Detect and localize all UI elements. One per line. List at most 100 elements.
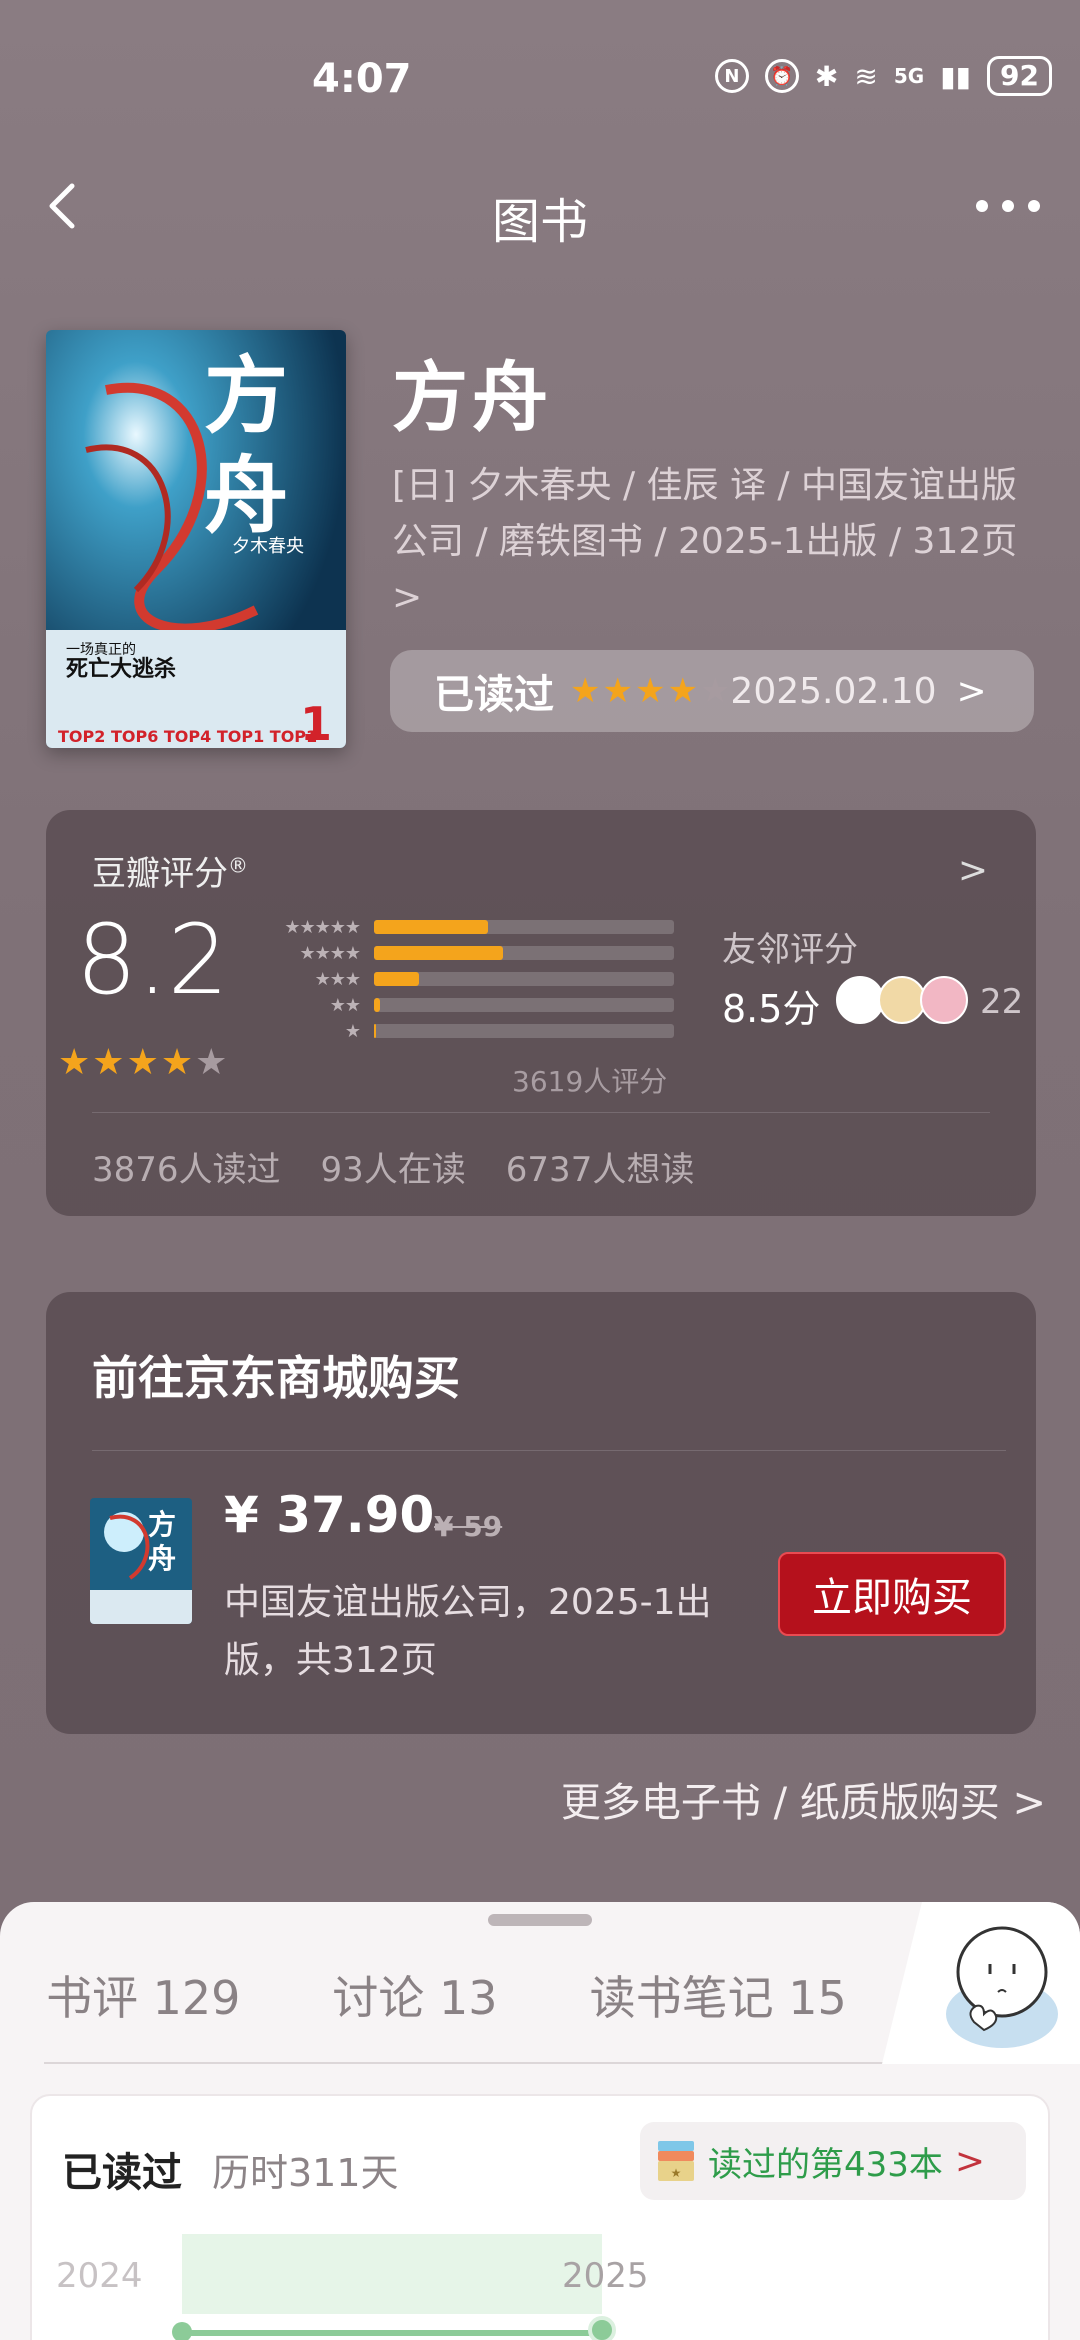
book-thumbnail: 方 舟: [90, 1498, 192, 1624]
rating-bar-row: ★★★: [256, 966, 674, 992]
wifi-icon: ≋: [854, 59, 878, 93]
bottom-sheet: 书评 129 讨论 13 读书笔记 15 已读过 历时311天 ★ 读过的第43…: [0, 1902, 1080, 2340]
rating-bar-fill: [374, 1024, 376, 1038]
rating-bar-stars: ★★: [329, 994, 361, 1016]
reading-duration: 历时311天: [212, 2151, 399, 2195]
cover-big-1: 1: [300, 697, 332, 748]
timeline-end-year: 2025: [562, 2256, 649, 2296]
avatar: [920, 976, 968, 1024]
star-filled-icon: ★: [92, 1042, 125, 1083]
read-date: 2025.02.10: [730, 670, 937, 712]
rating-bar-fill: [374, 998, 380, 1012]
reading-count[interactable]: 93人在读: [321, 1142, 466, 1191]
page-title: 图书: [491, 194, 588, 250]
reader-stats: 3876人读过 93人在读 6737人想读: [92, 1142, 694, 1191]
more-dots-icon[interactable]: [976, 200, 1040, 212]
svg-text:舟: 舟: [148, 1542, 176, 1575]
timeline-band: [182, 2234, 602, 2314]
tab-notes[interactable]: 读书笔记 15: [590, 1962, 847, 2028]
nth-book-label: 读过的第433本: [708, 2144, 943, 2185]
book-meta-text: [日] 夕木春央 / 佳辰 译 / 中国友谊出版公司 / 磨铁图书 / 2025…: [392, 465, 1018, 562]
friend-count: 22: [980, 982, 1024, 1022]
star-filled-icon: ★: [570, 671, 601, 711]
rating-bar-fill: [374, 920, 488, 934]
divider: [92, 1450, 1006, 1451]
friend-rating-label: 友邻评分: [722, 930, 858, 970]
reading-record-card[interactable]: 已读过 历时311天 ★ 读过的第433本 > 2024 2025: [30, 2094, 1050, 2340]
more-purchase-link[interactable]: 更多电子书 / 纸质版购买 >: [561, 1770, 1046, 1828]
rating-bar-fill: [374, 972, 419, 986]
read-status-pill[interactable]: 已读过 ★ ★ ★ ★ ★ 2025.02.10 >: [390, 650, 1034, 732]
bluetooth-icon: ✱: [814, 59, 839, 93]
rating-bar-row: ★★: [256, 992, 674, 1018]
rating-title: 豆瓣评分®: [92, 853, 248, 894]
cover-tagline-2: 死亡大逃杀: [66, 656, 176, 682]
svg-text:方: 方: [148, 1508, 176, 1541]
network-icon: 5G: [893, 64, 925, 88]
chevron-right-icon: >: [956, 670, 987, 712]
rating-bar-row: ★★★★: [256, 940, 674, 966]
rating-bar-stars: ★★★★★: [284, 916, 361, 938]
rating-bar-stars: ★★★: [314, 968, 361, 990]
cover-tagline-1: 一场真正的: [66, 642, 136, 658]
cover-author: 夕木春央: [232, 536, 304, 557]
chevron-right-icon: >: [954, 2140, 986, 2182]
timeline-line: [182, 2330, 602, 2336]
price: ¥ 37.90: [224, 1486, 435, 1544]
douban-rating-card[interactable]: 豆瓣评分® > 8.2 ★ ★ ★ ★ ★ ★★★★★ ★★★★ ★★★ ★★ ★ 3619人评…: [46, 810, 1036, 1216]
star-empty-icon: ★: [699, 671, 731, 711]
book-cover[interactable]: 方 舟 夕木春央 一场真正的 死亡大逃杀 TOP2 TOP6 TOP4 TOP1…: [46, 330, 346, 748]
user-rating-stars: ★ ★ ★ ★ ★: [570, 671, 730, 711]
sheet-handle[interactable]: [488, 1914, 592, 1926]
rating-bar-track: [374, 920, 674, 934]
star-filled-icon: ★: [126, 1042, 159, 1083]
rating-bar-track: [374, 946, 674, 960]
divider: [92, 1112, 990, 1113]
timeline-start-year: 2024: [56, 2256, 143, 2296]
timeline-start-dot: [172, 2322, 192, 2340]
status-icons: N ⏰ ✱ ≋ 5G ▮▮ 92: [714, 56, 1052, 96]
rating-bar-fill: [374, 946, 503, 960]
star-empty-icon: ★: [195, 1042, 228, 1083]
star-filled-icon: ★: [160, 1042, 194, 1083]
book-meta[interactable]: [日] 夕木春央 / 佳辰 译 / 中国友谊出版公司 / 磨铁图书 / 2025…: [392, 458, 1042, 626]
tab-reviews[interactable]: 书评 129: [46, 1962, 240, 2028]
rating-bar-track: [374, 1024, 674, 1038]
buy-now-button[interactable]: 立即购买: [778, 1552, 1006, 1636]
tab-discussion[interactable]: 讨论 13: [332, 1962, 497, 2028]
rating-bar-stars: ★★★★: [299, 942, 361, 964]
star-filled-icon: ★: [667, 671, 698, 711]
avatar: [836, 976, 884, 1024]
read-status-label: 已读过: [434, 672, 554, 718]
friend-avatars[interactable]: [836, 976, 968, 1024]
rating-bar-row: ★★★★★: [256, 914, 674, 940]
timeline-end-dot: [588, 2316, 616, 2340]
shop-title: 前往京东商城购买: [92, 1351, 460, 1405]
tab-bar: 书评 129 讨论 13 读书笔记 15: [46, 1962, 847, 2028]
chevron-right-icon: >: [392, 577, 423, 618]
reading-status-title: 已读过: [62, 2150, 182, 2196]
avatar: [878, 976, 926, 1024]
cover-title-2: 舟: [204, 446, 288, 545]
rating-bar-track: [374, 998, 674, 1012]
book-stack-icon: ★: [656, 2139, 696, 2183]
cover-rank: TOP2 TOP6 TOP4 TOP1 TOP1: [58, 727, 317, 746]
chevron-right-icon[interactable]: >: [958, 850, 988, 891]
star-filled-icon: ★: [58, 1042, 91, 1083]
cover-title-1: 方: [204, 346, 288, 445]
shop-card: 前往京东商城购买 方 舟 ¥ 37.90 ¥ 59 中国友谊出版公司，2025-…: [46, 1292, 1036, 1734]
book-title: 方舟: [392, 353, 552, 442]
alarm-icon: ⏰: [764, 59, 799, 93]
rating-bar-row: ★: [256, 1018, 674, 1044]
rating-count: 3619人评分: [512, 1065, 668, 1098]
rating-bar-track: [374, 972, 674, 986]
star-filled-icon: ★: [602, 671, 633, 711]
shop-description: 中国友谊出版公司，2025-1出版，共312页: [224, 1582, 712, 1681]
original-price: ¥ 59: [434, 1510, 503, 1543]
read-count[interactable]: 3876人读过: [92, 1142, 281, 1191]
nth-book-pill[interactable]: ★ 读过的第433本 >: [640, 2122, 1026, 2200]
mascot-avatar-icon[interactable]: [882, 1902, 1080, 2064]
svg-text:★: ★: [671, 2166, 682, 2180]
want-count[interactable]: 6737人想读: [506, 1142, 695, 1191]
friend-rating-score: 8.5分: [722, 987, 821, 1031]
